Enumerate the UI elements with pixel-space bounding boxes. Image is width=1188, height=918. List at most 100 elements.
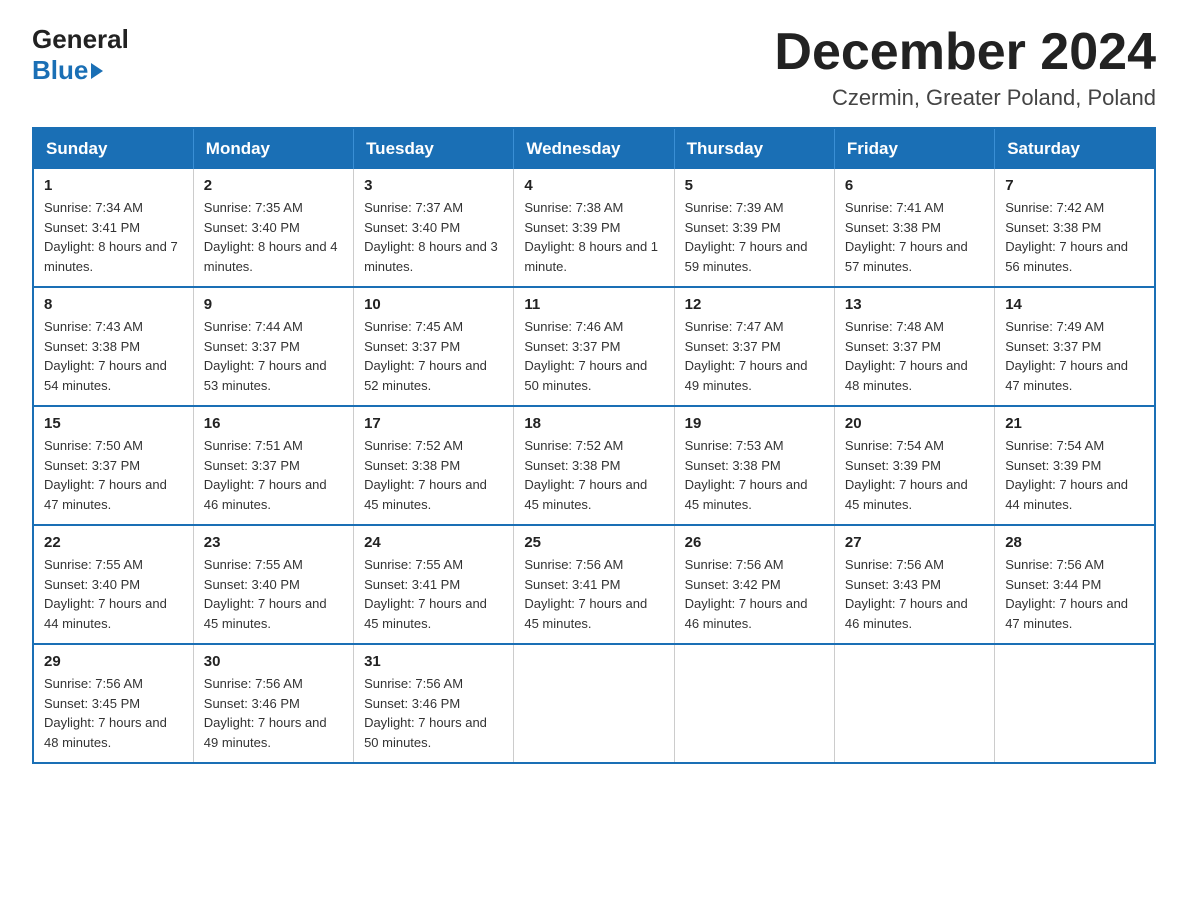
day-cell: 15 Sunrise: 7:50 AM Sunset: 3:37 PM Dayl…	[33, 406, 193, 525]
title-section: December 2024 Czermin, Greater Poland, P…	[774, 24, 1156, 111]
day-cell: 7 Sunrise: 7:42 AM Sunset: 3:38 PM Dayli…	[995, 169, 1155, 287]
day-number: 14	[1005, 296, 1144, 313]
day-cell: 3 Sunrise: 7:37 AM Sunset: 3:40 PM Dayli…	[354, 169, 514, 287]
week-row-3: 15 Sunrise: 7:50 AM Sunset: 3:37 PM Dayl…	[33, 406, 1155, 525]
day-number: 25	[524, 534, 663, 551]
day-cell: 10 Sunrise: 7:45 AM Sunset: 3:37 PM Dayl…	[354, 287, 514, 406]
day-cell: 13 Sunrise: 7:48 AM Sunset: 3:37 PM Dayl…	[834, 287, 994, 406]
day-info: Sunrise: 7:54 AM Sunset: 3:39 PM Dayligh…	[845, 436, 984, 514]
day-info: Sunrise: 7:56 AM Sunset: 3:46 PM Dayligh…	[204, 674, 343, 752]
day-number: 24	[364, 534, 503, 551]
day-info: Sunrise: 7:56 AM Sunset: 3:45 PM Dayligh…	[44, 674, 183, 752]
day-cell: 26 Sunrise: 7:56 AM Sunset: 3:42 PM Dayl…	[674, 525, 834, 644]
day-cell: 31 Sunrise: 7:56 AM Sunset: 3:46 PM Dayl…	[354, 644, 514, 763]
day-info: Sunrise: 7:41 AM Sunset: 3:38 PM Dayligh…	[845, 198, 984, 276]
day-cell: 18 Sunrise: 7:52 AM Sunset: 3:38 PM Dayl…	[514, 406, 674, 525]
day-info: Sunrise: 7:50 AM Sunset: 3:37 PM Dayligh…	[44, 436, 183, 514]
week-row-2: 8 Sunrise: 7:43 AM Sunset: 3:38 PM Dayli…	[33, 287, 1155, 406]
day-info: Sunrise: 7:34 AM Sunset: 3:41 PM Dayligh…	[44, 198, 183, 276]
header-friday: Friday	[834, 128, 994, 169]
day-number: 23	[204, 534, 343, 551]
day-cell: 9 Sunrise: 7:44 AM Sunset: 3:37 PM Dayli…	[193, 287, 353, 406]
calendar-header-row: SundayMondayTuesdayWednesdayThursdayFrid…	[33, 128, 1155, 169]
day-number: 29	[44, 653, 183, 670]
day-number: 15	[44, 415, 183, 432]
day-cell: 16 Sunrise: 7:51 AM Sunset: 3:37 PM Dayl…	[193, 406, 353, 525]
header-tuesday: Tuesday	[354, 128, 514, 169]
day-number: 6	[845, 177, 984, 194]
day-number: 22	[44, 534, 183, 551]
day-cell: 21 Sunrise: 7:54 AM Sunset: 3:39 PM Dayl…	[995, 406, 1155, 525]
day-info: Sunrise: 7:43 AM Sunset: 3:38 PM Dayligh…	[44, 317, 183, 395]
logo: General Blue	[32, 24, 129, 86]
day-number: 11	[524, 296, 663, 313]
day-number: 9	[204, 296, 343, 313]
day-cell: 28 Sunrise: 7:56 AM Sunset: 3:44 PM Dayl…	[995, 525, 1155, 644]
day-number: 3	[364, 177, 503, 194]
day-info: Sunrise: 7:56 AM Sunset: 3:42 PM Dayligh…	[685, 555, 824, 633]
header-saturday: Saturday	[995, 128, 1155, 169]
day-number: 30	[204, 653, 343, 670]
day-cell: 5 Sunrise: 7:39 AM Sunset: 3:39 PM Dayli…	[674, 169, 834, 287]
day-cell: 23 Sunrise: 7:55 AM Sunset: 3:40 PM Dayl…	[193, 525, 353, 644]
day-cell: 1 Sunrise: 7:34 AM Sunset: 3:41 PM Dayli…	[33, 169, 193, 287]
day-info: Sunrise: 7:55 AM Sunset: 3:41 PM Dayligh…	[364, 555, 503, 633]
day-cell: 11 Sunrise: 7:46 AM Sunset: 3:37 PM Dayl…	[514, 287, 674, 406]
day-number: 27	[845, 534, 984, 551]
day-cell: 25 Sunrise: 7:56 AM Sunset: 3:41 PM Dayl…	[514, 525, 674, 644]
day-info: Sunrise: 7:45 AM Sunset: 3:37 PM Dayligh…	[364, 317, 503, 395]
day-info: Sunrise: 7:39 AM Sunset: 3:39 PM Dayligh…	[685, 198, 824, 276]
day-info: Sunrise: 7:56 AM Sunset: 3:41 PM Dayligh…	[524, 555, 663, 633]
day-cell: 24 Sunrise: 7:55 AM Sunset: 3:41 PM Dayl…	[354, 525, 514, 644]
day-cell: 20 Sunrise: 7:54 AM Sunset: 3:39 PM Dayl…	[834, 406, 994, 525]
day-info: Sunrise: 7:44 AM Sunset: 3:37 PM Dayligh…	[204, 317, 343, 395]
day-info: Sunrise: 7:37 AM Sunset: 3:40 PM Dayligh…	[364, 198, 503, 276]
day-info: Sunrise: 7:56 AM Sunset: 3:46 PM Dayligh…	[364, 674, 503, 752]
header-sunday: Sunday	[33, 128, 193, 169]
day-number: 16	[204, 415, 343, 432]
month-title: December 2024	[774, 24, 1156, 81]
day-cell: 17 Sunrise: 7:52 AM Sunset: 3:38 PM Dayl…	[354, 406, 514, 525]
day-info: Sunrise: 7:42 AM Sunset: 3:38 PM Dayligh…	[1005, 198, 1144, 276]
day-number: 5	[685, 177, 824, 194]
day-number: 21	[1005, 415, 1144, 432]
logo-general: General	[32, 24, 129, 55]
day-cell	[995, 644, 1155, 763]
day-info: Sunrise: 7:48 AM Sunset: 3:37 PM Dayligh…	[845, 317, 984, 395]
week-row-4: 22 Sunrise: 7:55 AM Sunset: 3:40 PM Dayl…	[33, 525, 1155, 644]
day-info: Sunrise: 7:46 AM Sunset: 3:37 PM Dayligh…	[524, 317, 663, 395]
day-number: 19	[685, 415, 824, 432]
day-number: 7	[1005, 177, 1144, 194]
day-cell: 8 Sunrise: 7:43 AM Sunset: 3:38 PM Dayli…	[33, 287, 193, 406]
day-cell: 12 Sunrise: 7:47 AM Sunset: 3:37 PM Dayl…	[674, 287, 834, 406]
header-thursday: Thursday	[674, 128, 834, 169]
week-row-1: 1 Sunrise: 7:34 AM Sunset: 3:41 PM Dayli…	[33, 169, 1155, 287]
day-number: 4	[524, 177, 663, 194]
day-number: 26	[685, 534, 824, 551]
day-info: Sunrise: 7:52 AM Sunset: 3:38 PM Dayligh…	[364, 436, 503, 514]
day-number: 31	[364, 653, 503, 670]
day-cell: 22 Sunrise: 7:55 AM Sunset: 3:40 PM Dayl…	[33, 525, 193, 644]
day-info: Sunrise: 7:56 AM Sunset: 3:44 PM Dayligh…	[1005, 555, 1144, 633]
day-number: 8	[44, 296, 183, 313]
day-info: Sunrise: 7:55 AM Sunset: 3:40 PM Dayligh…	[204, 555, 343, 633]
day-cell: 2 Sunrise: 7:35 AM Sunset: 3:40 PM Dayli…	[193, 169, 353, 287]
day-number: 18	[524, 415, 663, 432]
logo-blue: Blue	[32, 55, 129, 86]
day-cell	[674, 644, 834, 763]
day-cell: 29 Sunrise: 7:56 AM Sunset: 3:45 PM Dayl…	[33, 644, 193, 763]
header-wednesday: Wednesday	[514, 128, 674, 169]
day-info: Sunrise: 7:49 AM Sunset: 3:37 PM Dayligh…	[1005, 317, 1144, 395]
day-info: Sunrise: 7:53 AM Sunset: 3:38 PM Dayligh…	[685, 436, 824, 514]
day-info: Sunrise: 7:35 AM Sunset: 3:40 PM Dayligh…	[204, 198, 343, 276]
day-cell: 6 Sunrise: 7:41 AM Sunset: 3:38 PM Dayli…	[834, 169, 994, 287]
day-number: 10	[364, 296, 503, 313]
day-number: 13	[845, 296, 984, 313]
day-cell	[834, 644, 994, 763]
day-cell: 19 Sunrise: 7:53 AM Sunset: 3:38 PM Dayl…	[674, 406, 834, 525]
day-info: Sunrise: 7:47 AM Sunset: 3:37 PM Dayligh…	[685, 317, 824, 395]
day-cell	[514, 644, 674, 763]
day-number: 2	[204, 177, 343, 194]
day-cell: 14 Sunrise: 7:49 AM Sunset: 3:37 PM Dayl…	[995, 287, 1155, 406]
day-info: Sunrise: 7:38 AM Sunset: 3:39 PM Dayligh…	[524, 198, 663, 276]
